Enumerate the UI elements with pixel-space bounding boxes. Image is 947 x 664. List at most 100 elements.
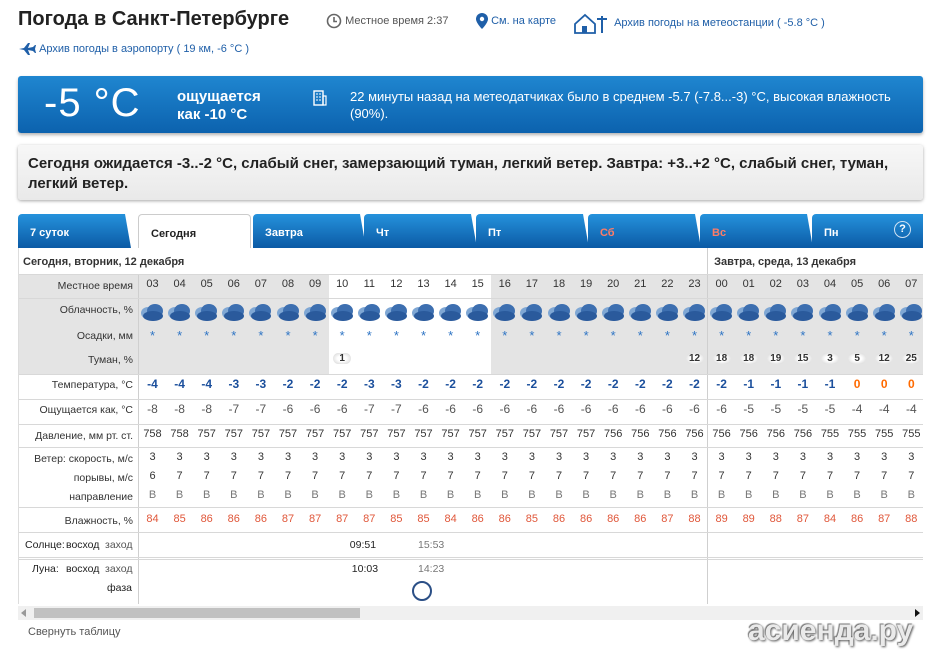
- cloud-icon: [303, 304, 326, 321]
- cell-time: 03: [796, 278, 810, 290]
- row-label-clouds: Облачность, %: [59, 304, 133, 316]
- cell-gusts: 7: [501, 470, 508, 482]
- cell-time: 09: [308, 278, 322, 290]
- cell-feels: -7: [228, 402, 240, 416]
- tab-monday[interactable]: Пн ?: [812, 214, 923, 248]
- cell-pressure: 757: [414, 428, 433, 440]
- tab-saturday[interactable]: Сб: [588, 214, 701, 248]
- cell-pressure: 757: [387, 428, 406, 440]
- cell-feels: -6: [336, 402, 348, 416]
- cell-time: 13: [417, 278, 430, 290]
- tab-monday-label[interactable]: Пн: [824, 227, 839, 239]
- airport-archive-label[interactable]: Архив погоды в аэропорту: [39, 43, 173, 55]
- cell-gusts: 7: [230, 470, 237, 482]
- help-icon[interactable]: ?: [894, 221, 911, 238]
- cell-pressure: 756: [658, 428, 677, 440]
- map-link[interactable]: См. на карте: [476, 13, 556, 29]
- cell-time: 11: [363, 278, 375, 290]
- cell-pressure: 758: [170, 428, 189, 440]
- map-link-label[interactable]: См. на карте: [491, 15, 556, 27]
- cell-gusts: 7: [474, 470, 481, 482]
- cell-wind: 3: [230, 451, 237, 463]
- snowflake-icon: *: [177, 328, 183, 343]
- cell-humidity: 87: [796, 513, 810, 525]
- cloud-icon: [412, 304, 434, 321]
- cell-humidity: 86: [850, 513, 864, 525]
- station-icon: [574, 13, 607, 34]
- cell-direction: В: [446, 489, 455, 501]
- cell-gusts: 7: [284, 470, 292, 482]
- cell-humidity: 85: [173, 513, 186, 525]
- snowflake-icon: *: [637, 328, 643, 343]
- fog-badge: 18: [739, 353, 758, 364]
- station-archive-label[interactable]: Архив погоды на метеостанции: [614, 17, 774, 29]
- cell-temp: -1: [824, 377, 836, 391]
- snowflake-icon: *: [691, 328, 698, 343]
- tab-friday[interactable]: Пт: [476, 214, 589, 248]
- cell-pressure: 757: [333, 428, 352, 440]
- snowflake-icon: *: [475, 328, 481, 343]
- hourly-table: Сегодня, вторник, 12 декабря Завтра, сред…: [18, 248, 923, 604]
- cell-gusts: 7: [881, 470, 888, 482]
- cell-gusts: 7: [772, 470, 779, 482]
- moon-phase-icon: [412, 581, 432, 601]
- cloud-icon: [899, 304, 922, 321]
- cell-temp: -2: [445, 377, 456, 391]
- cell-gusts: 7: [854, 470, 861, 482]
- row-label-wind: Ветер: скорость, м/с: [34, 453, 133, 465]
- cloud-icon: [249, 304, 272, 321]
- station-temp: ( -5.8 °C ): [777, 16, 825, 29]
- row-label-time: Местное время: [57, 280, 133, 292]
- cell-feels: -8: [174, 402, 185, 416]
- tab-today[interactable]: Сегодня: [138, 214, 251, 248]
- scrollbar-thumb[interactable]: [34, 608, 360, 618]
- cell-temp: -1: [770, 377, 782, 391]
- feels-like-line1: ощущается: [177, 88, 261, 105]
- cell-wind: 3: [257, 451, 264, 463]
- cell-humidity: 87: [308, 513, 322, 525]
- tab-sunday[interactable]: Вс: [700, 214, 813, 248]
- row-separator: [19, 374, 923, 375]
- cell-gusts: 7: [312, 470, 319, 482]
- cell-direction: В: [203, 489, 211, 501]
- cell-wind: 3: [203, 451, 210, 463]
- tab-tomorrow[interactable]: Завтра: [253, 214, 366, 248]
- row-label-pressure: Давление, мм рт. ст.: [35, 430, 133, 442]
- cell-time: 17: [525, 278, 539, 290]
- cell-time: 07: [905, 278, 918, 290]
- cell-direction: В: [501, 489, 509, 501]
- station-archive-link[interactable]: Архив погоды на метеостанции ( -5.8 °C ): [573, 12, 825, 34]
- cell-time: 06: [878, 278, 891, 290]
- cell-humidity: 87: [878, 513, 891, 525]
- cell-feels: -6: [309, 402, 321, 416]
- cell-pressure: 757: [305, 428, 325, 440]
- cell-gusts: 7: [555, 470, 563, 482]
- snowflake-icon: *: [529, 328, 535, 343]
- cell-time: 06: [227, 278, 240, 290]
- collapse-table-link[interactable]: Свернуть таблицу: [28, 626, 121, 638]
- cloud-icon: [520, 304, 543, 321]
- cell-feels: -6: [580, 402, 592, 416]
- row-label-gusts: порывы, м/с: [73, 472, 133, 484]
- cell-time: 07: [254, 278, 268, 290]
- tab-7-days[interactable]: 7 суток: [18, 214, 131, 248]
- cell-pressure: 757: [278, 428, 298, 440]
- row-label-temp: Температура, °С: [51, 379, 133, 391]
- phase-label: фаза: [107, 582, 133, 594]
- cell-time: 12: [390, 278, 403, 290]
- cloud-icon: [683, 304, 705, 321]
- cell-fog: 12: [871, 352, 898, 364]
- tab-thursday[interactable]: Чт: [364, 214, 477, 248]
- cell-direction: В: [555, 489, 563, 501]
- cell-temp: -2: [282, 377, 294, 391]
- cell-pressure: 755: [847, 428, 867, 440]
- cell-wind: 3: [555, 451, 563, 463]
- cell-direction: В: [745, 489, 753, 501]
- airport-archive-link[interactable]: Архив погоды в аэропорту ( 19 км, -6 °C …: [18, 42, 249, 56]
- scroll-left-icon[interactable]: [21, 609, 26, 617]
- cell-wind: 3: [664, 451, 671, 463]
- row-separator: [19, 274, 923, 275]
- cell-temp: -2: [309, 377, 321, 391]
- cell-feels: -6: [445, 402, 456, 416]
- scroll-right-icon[interactable]: [915, 609, 920, 617]
